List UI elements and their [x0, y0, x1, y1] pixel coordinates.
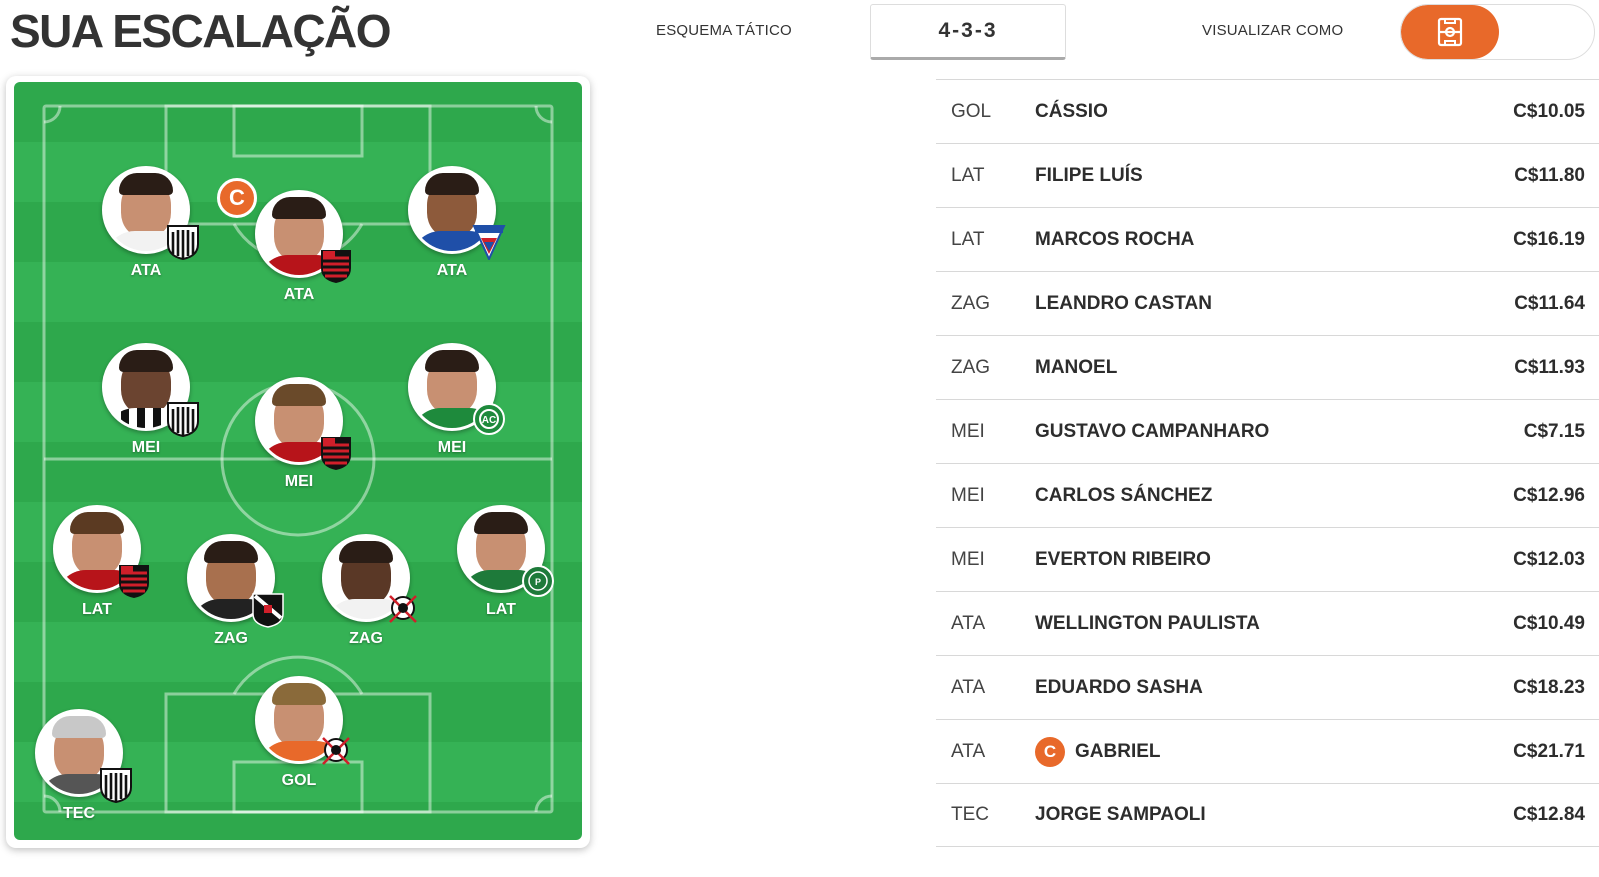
lineup-row[interactable]: GOL CÁSSIO C$10.05 — [936, 79, 1599, 143]
row-player-name-text: MARCOS ROCHA — [1035, 228, 1195, 250]
row-player-name: LEANDRO CASTAN — [1035, 293, 1212, 315]
row-position: TEC — [951, 804, 989, 825]
row-player-name: MARCOS ROCHA — [1035, 229, 1194, 251]
position-label: TEC — [63, 805, 95, 822]
lineup-row[interactable]: MEI EVERTON RIBEIRO C$12.03 — [936, 527, 1599, 591]
row-player-name: CARLOS SÁNCHEZ — [1035, 485, 1212, 507]
row-price: C$11.64 — [1514, 292, 1585, 314]
view-label: VISUALIZAR COMO — [1202, 22, 1344, 39]
corinthians-crest-icon — [389, 595, 417, 623]
row-position: MEI — [951, 548, 985, 570]
row-player-name: GUSTAVO CAMPANHARO — [1035, 421, 1269, 443]
position-label: ZAG — [349, 630, 383, 647]
lineup-list: GOL CÁSSIO C$10.05 LAT FILIPE LUÍS C$11.80 L… — [936, 79, 1599, 847]
row-price: C$21.71 — [1513, 740, 1585, 762]
position-label: LAT — [486, 601, 516, 618]
row-price: C$10.05 — [1513, 100, 1585, 122]
row-player-name: MANOEL — [1035, 357, 1117, 379]
row-price: C$12.84 — [1513, 804, 1585, 825]
row-price: C$16.19 — [1513, 228, 1585, 250]
row-position: ATA — [951, 740, 986, 762]
row-position: ATA — [951, 676, 986, 698]
field-view-icon — [1437, 17, 1463, 47]
row-player-name-text: JORGE SAMPAOLI — [1035, 804, 1206, 825]
position-label: MEI — [284, 473, 314, 490]
fortaleza-crest-icon — [472, 225, 506, 260]
row-player-name-text: MANOEL — [1035, 356, 1118, 378]
lineup-row[interactable]: MEI CARLOS SÁNCHEZ C$12.96 — [936, 463, 1599, 527]
row-position: LAT — [951, 228, 985, 250]
flamengo-crest-icon — [321, 437, 351, 470]
row-player-name: EVERTON RIBEIRO — [1035, 549, 1211, 571]
row-player-name-text: EDUARDO SASHA — [1035, 676, 1203, 698]
position-label: LAT — [82, 601, 112, 618]
row-position: ATA — [951, 612, 986, 634]
scheme-select[interactable]: 4-3-3 — [870, 4, 1066, 60]
row-player-name-text: GABRIEL — [1075, 740, 1161, 762]
row-player-name: JORGE SAMPAOLI — [1035, 804, 1206, 826]
chapecoense-crest-icon: AC — [473, 403, 505, 435]
row-position: MEI — [951, 420, 985, 442]
lineup-row[interactable]: TEC JORGE SAMPAOLI C$12.84 — [936, 783, 1599, 847]
pitch-card: ATA C ATA ATA MEI MEI AC MEI LAT ZAG ZAG… — [6, 76, 590, 848]
row-player-name: C GABRIEL — [1035, 736, 1161, 767]
page-title: SUA ESCALAÇÃO — [10, 5, 392, 57]
scheme-label: ESQUEMA TÁTICO — [656, 22, 792, 39]
position-label: MEI — [131, 439, 161, 456]
lineup-row[interactable]: LAT FILIPE LUÍS C$11.80 — [936, 143, 1599, 207]
position-label: ATA — [130, 262, 162, 279]
row-price: C$11.80 — [1514, 164, 1585, 186]
row-price: C$10.49 — [1513, 612, 1585, 634]
position-label: ATA — [283, 286, 315, 303]
row-position: MEI — [951, 484, 985, 506]
position-label: MEI — [437, 439, 467, 456]
row-player-name: WELLINGTON PAULISTA — [1035, 613, 1260, 635]
lineup-row[interactable]: LAT MARCOS ROCHA C$16.19 — [936, 207, 1599, 271]
row-player-name-text: GUSTAVO CAMPANHARO — [1035, 420, 1270, 442]
field-view-button[interactable] — [1401, 5, 1499, 59]
row-price: C$12.03 — [1513, 548, 1585, 570]
lineup-row[interactable]: ATA EDUARDO SASHA C$18.23 — [936, 655, 1599, 719]
santos-crest-icon — [167, 402, 199, 437]
row-position: LAT — [951, 164, 985, 186]
lineup-row[interactable]: ZAG MANOEL C$11.93 — [936, 335, 1599, 399]
row-player-name-text: LEANDRO CASTAN — [1035, 292, 1212, 314]
row-price: C$12.96 — [1513, 484, 1585, 506]
vasco-crest-icon — [252, 593, 284, 628]
row-position: ZAG — [951, 356, 991, 378]
lineup-row[interactable]: ATA WELLINGTON PAULISTA C$10.49 — [936, 591, 1599, 655]
santos-crest-icon — [167, 225, 199, 260]
santos-crest-icon — [100, 768, 132, 803]
row-player-name-text: CÁSSIO — [1035, 100, 1108, 122]
row-price: C$18.23 — [1513, 676, 1585, 698]
row-player-name: FILIPE LUÍS — [1035, 165, 1143, 187]
pitch: ATA C ATA ATA MEI MEI AC MEI LAT ZAG ZAG… — [14, 82, 582, 840]
row-position: GOL — [951, 100, 992, 122]
corinthians-crest-icon — [322, 737, 350, 765]
captain-badge: C — [1035, 736, 1065, 767]
palmeiras-crest-icon: P — [522, 565, 554, 597]
captain-badge: C — [217, 178, 257, 218]
row-player-name: EDUARDO SASHA — [1035, 677, 1203, 699]
row-player-name: CÁSSIO — [1035, 101, 1108, 123]
row-position: ZAG — [951, 292, 991, 314]
lineup-row[interactable]: ZAG LEANDRO CASTAN C$11.64 — [936, 271, 1599, 335]
flamengo-crest-icon — [119, 565, 149, 598]
lineup-row[interactable]: ATA C GABRIEL C$21.71 — [936, 719, 1599, 783]
row-price: C$11.93 — [1514, 356, 1585, 378]
row-price: C$7.15 — [1523, 420, 1585, 442]
flamengo-crest-icon — [321, 250, 351, 283]
view-toggle — [1400, 4, 1595, 60]
position-label: ATA — [436, 262, 468, 279]
row-player-name-text: FILIPE LUÍS — [1035, 164, 1143, 186]
row-player-name-text: WELLINGTON PAULISTA — [1035, 612, 1260, 634]
row-player-name-text: CARLOS SÁNCHEZ — [1035, 484, 1213, 506]
svg-text:P: P — [535, 577, 541, 587]
position-label: ZAG — [214, 630, 248, 647]
row-player-name-text: EVERTON RIBEIRO — [1035, 548, 1211, 570]
lineup-row[interactable]: MEI GUSTAVO CAMPANHARO C$7.15 — [936, 399, 1599, 463]
svg-text:AC: AC — [482, 415, 496, 426]
position-label: GOL — [281, 772, 317, 789]
